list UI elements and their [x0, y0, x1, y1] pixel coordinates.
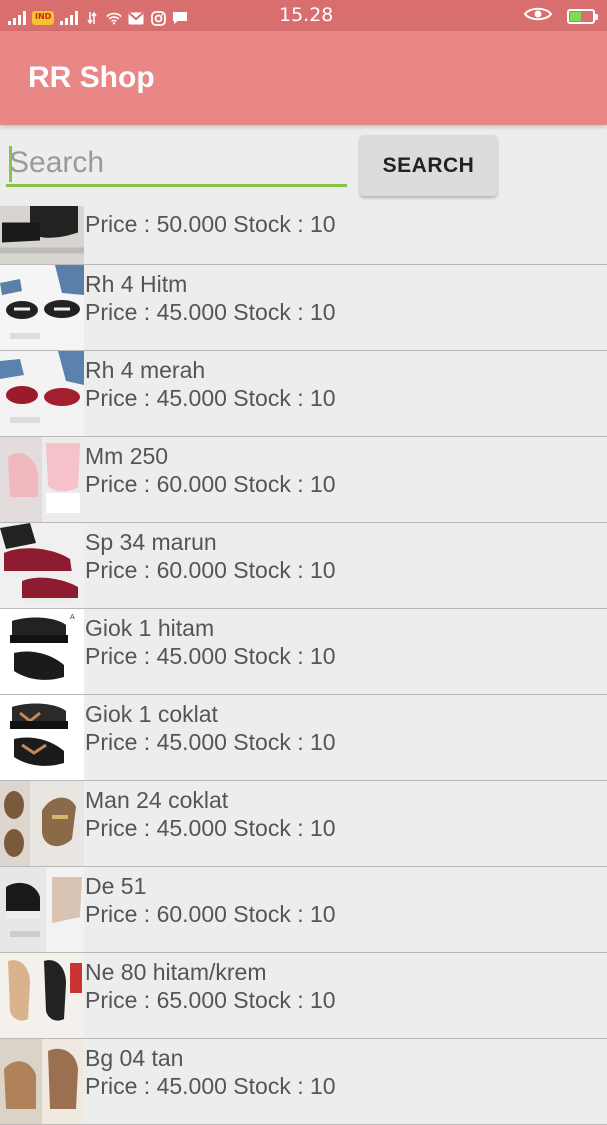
- product-name: Rh 4 merah: [85, 357, 206, 383]
- search-button[interactable]: SEARCH: [360, 135, 497, 196]
- gmail-icon: [128, 11, 144, 25]
- product-name: De 51: [85, 873, 147, 899]
- product-price-stock: Price : 50.000 Stock : 10: [85, 211, 336, 237]
- svg-text:A: A: [70, 613, 75, 621]
- carrier-logo: IND: [32, 11, 55, 25]
- product-name: Rh 4 Hitm: [85, 271, 188, 297]
- product-thumbnail: A: [0, 609, 84, 694]
- status-left-icons: IND: [8, 5, 188, 26]
- product-name: Man 24 coklat: [85, 787, 229, 813]
- signal-icon: [8, 9, 26, 25]
- product-list-item[interactable]: Bg 04 tan Price : 45.000 Stock : 10: [0, 1039, 607, 1125]
- product-name: Bg 04 tan: [85, 1045, 184, 1071]
- status-time: 15.28: [279, 4, 334, 26]
- product-price-stock: Price : 45.000 Stock : 10: [85, 643, 336, 669]
- product-thumbnail: [0, 351, 84, 436]
- product-list-item[interactable]: Man 24 coklat Price : 45.000 Stock : 10: [0, 781, 607, 867]
- product-thumbnail: [0, 867, 84, 952]
- status-right-icons: [523, 6, 598, 26]
- status-bar: IND 15.28: [0, 0, 607, 31]
- signal-icon-2: [60, 9, 79, 25]
- product-thumbnail: [0, 695, 84, 780]
- battery-icon: [567, 8, 598, 24]
- product-thumbnail: [0, 781, 84, 866]
- product-name: Giok 1 hitam: [85, 615, 215, 641]
- product-price-stock: Price : 65.000 Stock : 10: [85, 987, 336, 1013]
- app-title: RR Shop: [28, 61, 155, 94]
- product-thumbnail: [0, 1039, 84, 1124]
- product-name: Ne 80 hitam/krem: [85, 959, 267, 985]
- product-list-item[interactable]: Ne 80 hitam/krem Price : 65.000 Stock : 1…: [0, 953, 607, 1039]
- product-price-stock: Price : 45.000 Stock : 10: [85, 815, 336, 841]
- product-price-stock: Price : 60.000 Stock : 10: [85, 471, 336, 497]
- search-input[interactable]: [6, 141, 347, 187]
- product-thumbnail: [0, 953, 84, 1038]
- product-thumbnail: [0, 523, 84, 608]
- product-list-item[interactable]: Price : 50.000 Stock : 10: [0, 206, 607, 265]
- wifi-icon: [106, 11, 123, 25]
- product-list[interactable]: Price : 50.000 Stock : 10 Rh 4 Hitm Price …: [0, 206, 607, 1125]
- instagram-icon: [150, 10, 166, 26]
- text-cursor: [9, 146, 12, 182]
- bbm-icon: [172, 11, 188, 25]
- product-list-item[interactable]: De 51 Price : 60.000 Stock : 10: [0, 867, 607, 953]
- product-thumbnail: [0, 206, 84, 264]
- product-list-item[interactable]: Rh 4 merah Price : 45.000 Stock : 10: [0, 351, 607, 437]
- product-name: Sp 34 marun: [85, 529, 217, 555]
- product-thumbnail: [0, 265, 84, 350]
- product-price-stock: Price : 45.000 Stock : 10: [85, 729, 336, 755]
- product-list-item[interactable]: Mm 250 Price : 60.000 Stock : 10: [0, 437, 607, 523]
- product-price-stock: Price : 45.000 Stock : 10: [85, 385, 336, 411]
- product-list-item[interactable]: Rh 4 Hitm Price : 45.000 Stock : 10: [0, 265, 607, 351]
- product-name: Giok 1 coklat: [85, 701, 218, 727]
- product-name: Mm 250: [85, 443, 169, 469]
- product-price-stock: Price : 45.000 Stock : 10: [85, 299, 336, 325]
- product-price-stock: Price : 60.000 Stock : 10: [85, 557, 336, 583]
- product-list-item[interactable]: Sp 34 marun Price : 60.000 Stock : 10: [0, 523, 607, 609]
- eye-comfort-icon: [523, 6, 553, 26]
- product-price-stock: Price : 60.000 Stock : 10: [85, 901, 336, 927]
- product-price-stock: Price : 45.000 Stock : 10: [85, 1073, 336, 1099]
- product-list-item[interactable]: A Giok 1 hitam Price : 45.000 Stock : 10: [0, 609, 607, 695]
- app-bar: RR Shop: [0, 31, 607, 125]
- product-thumbnail: [0, 437, 84, 522]
- data-transfer-icon: [84, 11, 100, 25]
- product-list-item[interactable]: Giok 1 coklat Price : 45.000 Stock : 10: [0, 695, 607, 781]
